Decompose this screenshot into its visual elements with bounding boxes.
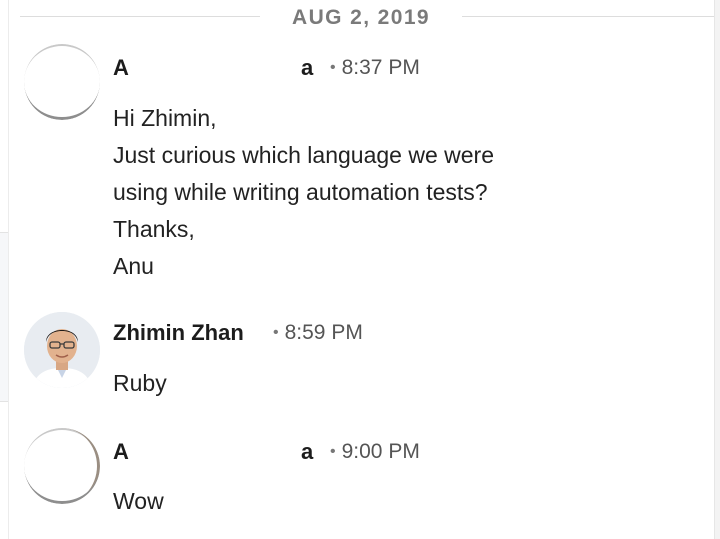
message-line: Just curious which language we were bbox=[113, 142, 494, 168]
message-line: Hi Zhimin, bbox=[113, 105, 217, 131]
timestamp-text: 8:37 PM bbox=[341, 56, 420, 79]
separator-dot: • bbox=[330, 59, 336, 76]
separator-dot: • bbox=[273, 324, 279, 341]
avatar[interactable] bbox=[24, 428, 100, 504]
message-timestamp: • 8:37 PM bbox=[330, 56, 420, 80]
message-line: Wow bbox=[113, 488, 164, 514]
message-body: Ruby bbox=[113, 365, 167, 402]
date-label: AUG 2, 2019 bbox=[292, 6, 430, 29]
person-photo-icon bbox=[24, 312, 100, 388]
date-divider: AUG 2, 2019 bbox=[20, 0, 714, 34]
divider-rule-left bbox=[20, 16, 260, 17]
sender-name-end[interactable]: a bbox=[301, 439, 313, 465]
sender-name[interactable]: A bbox=[113, 55, 129, 81]
message-timestamp: • 8:59 PM bbox=[273, 321, 363, 345]
message-line: Anu bbox=[113, 253, 154, 279]
divider-rule-right bbox=[462, 16, 714, 17]
sender-name[interactable]: Zhimin Zhan bbox=[113, 320, 244, 346]
timestamp-text: 9:00 PM bbox=[341, 440, 420, 463]
avatar[interactable] bbox=[24, 312, 100, 388]
message-body: Wow bbox=[113, 483, 164, 520]
message-line: using while writing automation tests? bbox=[113, 179, 488, 205]
scrollbar-track[interactable] bbox=[714, 0, 720, 539]
message-timestamp: • 9:00 PM bbox=[330, 440, 420, 464]
timestamp-text: 8:59 PM bbox=[284, 321, 363, 344]
side-panel-edge bbox=[0, 232, 8, 402]
sender-name-end[interactable]: a bbox=[301, 55, 313, 81]
sender-name[interactable]: A bbox=[113, 439, 129, 465]
message-line: Ruby bbox=[113, 370, 167, 396]
left-border bbox=[8, 0, 9, 539]
message-line: Thanks, bbox=[113, 216, 195, 242]
message-body: Hi Zhimin, Just curious which language w… bbox=[113, 100, 494, 285]
avatar[interactable] bbox=[24, 44, 100, 120]
separator-dot: • bbox=[330, 443, 336, 460]
